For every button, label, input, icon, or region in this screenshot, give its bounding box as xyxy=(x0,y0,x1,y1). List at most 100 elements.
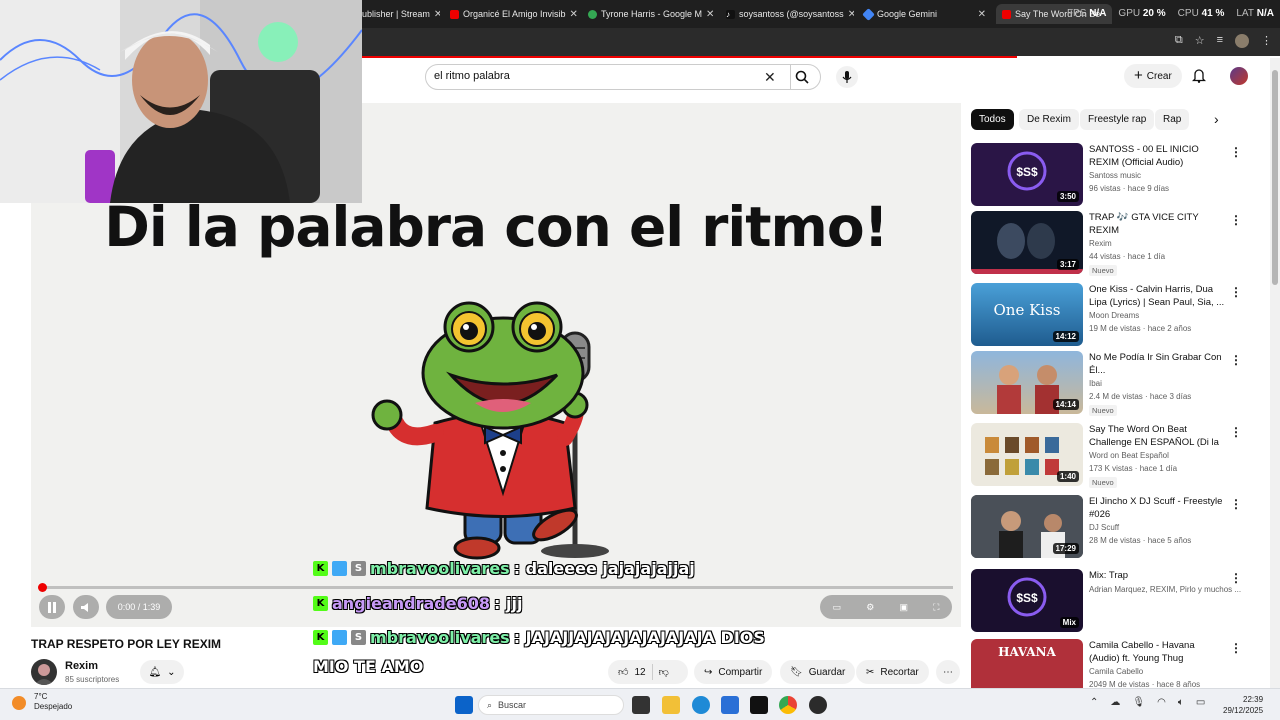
weather-widget[interactable]: 7°C Despejado xyxy=(12,692,72,712)
channel-name[interactable]: Rexim xyxy=(65,660,98,672)
recommended-video[interactable]: One Kiss 14:12 One Kiss - Calvin Harris,… xyxy=(971,283,1261,349)
taskbar-search[interactable]: ⌕ Buscar xyxy=(478,695,624,715)
close-icon[interactable]: ✕ xyxy=(706,9,714,20)
miniplayer-icon[interactable]: ▣ xyxy=(899,602,908,613)
like-icon[interactable]: 👍︎ xyxy=(618,666,628,678)
recommended-video[interactable]: $S$ 3:50 SANTOSS - 00 EL INICIO REXIM (O… xyxy=(971,143,1261,209)
chat-message: K S mbravoolivares: JAJAJJAJAJAJAJAJAJAJ… xyxy=(313,628,765,647)
more-vertical-icon[interactable]: ⋮ xyxy=(1230,571,1242,585)
task-view-icon[interactable] xyxy=(632,696,650,714)
video-thumbnail[interactable]: 1:40 xyxy=(971,423,1083,486)
more-actions-button[interactable]: ⋯ xyxy=(936,660,960,684)
microphone-icon[interactable]: 🎙︎ xyxy=(1132,697,1145,708)
progress-bar[interactable] xyxy=(38,583,953,592)
tab-gemini[interactable]: Google Gemini ✕ xyxy=(858,4,992,24)
tab-maps[interactable]: Tyrone Harris - Google M ✕ xyxy=(582,4,716,24)
search-box[interactable]: ✕ xyxy=(425,64,821,90)
install-icon[interactable]: ⧉ xyxy=(1175,34,1183,48)
more-vertical-icon[interactable]: ⋮ xyxy=(1230,641,1242,655)
more-vertical-icon[interactable]: ⋮ xyxy=(1230,353,1242,367)
scissors-icon: ✂ xyxy=(866,666,875,678)
fullscreen-icon[interactable]: ⛶ xyxy=(933,602,939,613)
video-thumbnail[interactable]: $S$ 3:50 xyxy=(971,143,1083,206)
chrome-icon[interactable] xyxy=(779,696,797,714)
notifications-bell-icon[interactable] xyxy=(1191,68,1207,88)
chip-todos[interactable]: Todos xyxy=(971,109,1014,130)
volume-icon[interactable]: 🔈︎ xyxy=(1178,697,1184,708)
chip-freestyle-rap[interactable]: Freestyle rap xyxy=(1080,109,1155,130)
close-icon[interactable]: ✕ xyxy=(570,9,578,20)
page-scrollbar[interactable] xyxy=(1270,58,1280,688)
more-vertical-icon[interactable]: ⋮ xyxy=(1230,425,1242,439)
file-explorer-icon[interactable] xyxy=(662,696,680,714)
video-thumbnail[interactable]: 3:17 xyxy=(971,211,1083,274)
profile-avatar[interactable] xyxy=(1235,34,1249,48)
more-vertical-icon[interactable]: ⋮ xyxy=(1230,145,1242,159)
channel-avatar[interactable] xyxy=(31,659,57,685)
recommended-video[interactable]: 17:29 El Jincho X DJ Scuff - Freestyle #… xyxy=(971,495,1261,561)
streamer-webcam xyxy=(0,0,362,203)
video-thumbnail[interactable]: One Kiss 14:12 xyxy=(971,283,1083,346)
more-vertical-icon[interactable]: ⋮ xyxy=(1230,497,1242,511)
save-button[interactable]: 🔖︎ Guardar xyxy=(780,660,856,684)
account-avatar[interactable] xyxy=(1230,67,1248,85)
chip-de-rexim[interactable]: De Rexim xyxy=(1019,109,1079,130)
tab-publisher[interactable]: ublisher | Stream ✕ xyxy=(356,4,440,24)
app-icon[interactable] xyxy=(809,696,827,714)
more-vertical-icon[interactable]: ⋮ xyxy=(1230,213,1242,227)
wifi-icon[interactable]: ◠ xyxy=(1157,697,1166,708)
onedrive-icon[interactable]: ☁ xyxy=(1110,697,1120,708)
media-icon[interactable]: ≡ xyxy=(1217,34,1223,48)
close-icon[interactable]: ✕ xyxy=(434,9,440,20)
recommended-video[interactable]: 14:14 No Me Podía Ir Sin Grabar Con Él..… xyxy=(971,351,1261,417)
tab-amigo-invisible[interactable]: Organicé El Amigo Invisib ✕ xyxy=(444,4,578,24)
share-icon: ↪ xyxy=(704,666,713,678)
share-button[interactable]: ↪ Compartir xyxy=(694,660,773,684)
bookmark-icon: 🔖︎ xyxy=(790,666,803,678)
windows-start-icon[interactable] xyxy=(455,696,473,714)
video-thumbnail[interactable]: 14:14 xyxy=(971,351,1083,414)
edge-icon[interactable] xyxy=(692,696,710,714)
time-display: 0:00 / 1:39 xyxy=(106,595,172,619)
scrollbar-thumb[interactable] xyxy=(1272,70,1278,285)
more-vertical-icon[interactable]: ⋮ xyxy=(1230,285,1242,299)
like-dislike-group[interactable]: 👍︎ 12 👎︎ xyxy=(608,660,688,684)
youtube-icon xyxy=(1002,9,1011,19)
clip-button[interactable]: ✂ Recortar xyxy=(856,660,929,684)
progress-handle[interactable] xyxy=(38,583,47,592)
tiktok-icon: ♪ xyxy=(726,9,735,19)
chevron-right-icon[interactable]: › xyxy=(1214,111,1219,127)
search-icon[interactable] xyxy=(795,70,809,89)
svg-text:$S$: $S$ xyxy=(1016,165,1038,179)
close-icon[interactable]: ✕ xyxy=(848,9,854,20)
recommended-mix[interactable]: $S$ Mix Mix: Trap Adrian Marquez, REXIM,… xyxy=(971,569,1261,635)
recommended-video[interactable]: 3:17 TRAP 🎶 GTA VICE CITY REXIM Rexim 44… xyxy=(971,211,1261,277)
subtitles-icon[interactable]: ▭ xyxy=(833,602,842,613)
store-icon[interactable] xyxy=(721,696,739,714)
chevron-up-icon[interactable]: ⌃ xyxy=(1090,697,1098,708)
video-thumbnail[interactable]: 17:29 xyxy=(971,495,1083,558)
chip-rap[interactable]: Rap xyxy=(1155,109,1190,130)
volume-button[interactable] xyxy=(73,595,99,619)
microphone-icon[interactable] xyxy=(836,66,858,88)
kick-badge-icon: K xyxy=(313,630,328,645)
dislike-icon[interactable]: 👎︎ xyxy=(659,666,669,678)
subscribe-bell-button[interactable]: 🔔︎ ⌄ xyxy=(140,660,184,684)
star-icon[interactable]: ☆ xyxy=(1195,34,1205,48)
menu-icon[interactable]: ⋮ xyxy=(1261,34,1272,48)
close-icon[interactable]: ✕ xyxy=(978,9,986,20)
video-thumbnail[interactable]: $S$ Mix xyxy=(971,569,1083,632)
tab-tiktok[interactable]: ♪ soysantoss (@soysantoss ✕ xyxy=(720,4,854,24)
search-input[interactable] xyxy=(434,70,754,82)
battery-icon[interactable]: ▭ xyxy=(1196,697,1205,708)
pause-button[interactable] xyxy=(39,595,65,619)
recommended-video[interactable]: 1:40 Say The Word On Beat Challenge EN E… xyxy=(971,423,1261,489)
video-overlay-title: Di la palabra con el ritmo! xyxy=(104,195,888,259)
app-icon[interactable] xyxy=(750,696,768,714)
chat-message: K S mbravoolivares: daleeee jajajajajjaj xyxy=(313,559,695,578)
pause-icon xyxy=(48,601,56,613)
clear-icon[interactable]: ✕ xyxy=(764,69,776,86)
taskbar-clock[interactable]: 22:39 29/12/2025 xyxy=(1223,694,1263,716)
settings-gear-icon[interactable]: ⚙ xyxy=(866,602,874,613)
create-button[interactable]: + Crear xyxy=(1124,64,1182,88)
